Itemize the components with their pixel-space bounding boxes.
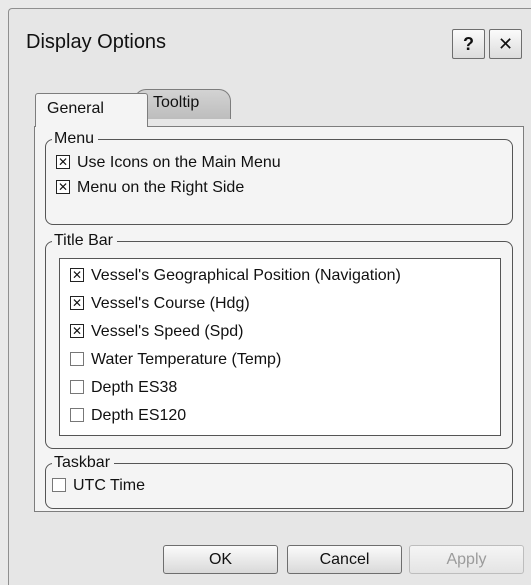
display-options-dialog: Display Options ? ✕ General Tooltip Menu… [8, 8, 531, 585]
checkbox-box[interactable] [52, 478, 66, 492]
checkbox-label: Depth ES38 [91, 379, 178, 396]
checkbox-label: Menu on the Right Side [77, 179, 245, 196]
menu-group-title: Menu [52, 129, 99, 149]
checkbox-label: Water Temperature (Temp) [91, 351, 282, 368]
taskbar-group-title: Taskbar [52, 453, 115, 473]
checkbox-box[interactable]: ✕ [56, 155, 70, 169]
checkbox-box[interactable] [70, 352, 84, 366]
taskbar-group: Taskbar UTC Time [45, 453, 513, 509]
dialog-title: Display Options [26, 31, 167, 53]
checkbox-label: Vessel's Geographical Position (Navigati… [91, 267, 401, 284]
cancel-button[interactable]: Cancel [287, 545, 402, 574]
tab-tooltip[interactable]: Tooltip [134, 89, 231, 119]
help-button[interactable]: ? [452, 29, 485, 59]
checkbox-box[interactable]: ✕ [70, 324, 84, 338]
checkbox-label: Depth ES120 [91, 407, 187, 424]
apply-button[interactable]: Apply [409, 545, 524, 574]
tab-general[interactable]: General [35, 93, 148, 127]
ok-button[interactable]: OK [163, 545, 278, 574]
title-bar-items-list: ✕ Vessel's Geographical Position (Naviga… [59, 258, 501, 436]
title-bar-group-title: Title Bar [52, 231, 117, 251]
menu-group: Menu ✕ Use Icons on the Main Menu ✕ Menu… [45, 129, 513, 225]
checkbox-label: UTC Time [73, 477, 145, 494]
checkbox-box[interactable]: ✕ [56, 180, 70, 194]
general-tab-panel: Menu ✕ Use Icons on the Main Menu ✕ Menu… [34, 126, 524, 512]
checkbox-box[interactable] [70, 380, 84, 394]
checkbox-label: Vessel's Speed (Spd) [91, 323, 244, 340]
checkbox-box[interactable] [70, 408, 84, 422]
title-bar-group: Title Bar ✕ Vessel's Geographical Positi… [45, 231, 513, 449]
close-button[interactable]: ✕ [489, 29, 522, 59]
checkbox-label: Vessel's Course (Hdg) [91, 295, 250, 312]
checkbox-box[interactable]: ✕ [70, 268, 84, 282]
checkbox-box[interactable]: ✕ [70, 296, 84, 310]
checkbox-label: Use Icons on the Main Menu [77, 154, 281, 171]
